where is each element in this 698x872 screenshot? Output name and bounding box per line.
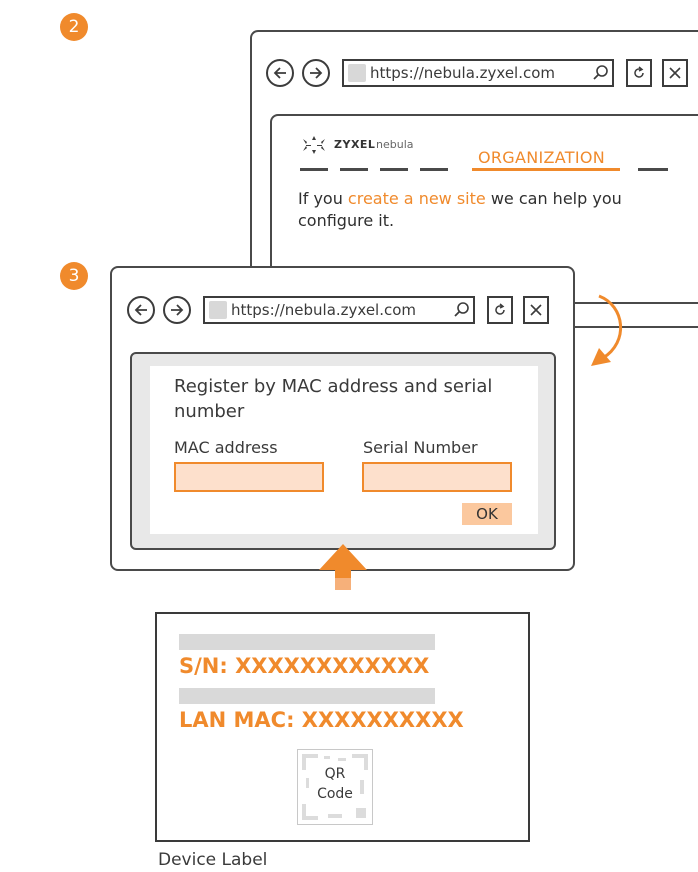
form-card: Register by MAC address and serial numbe… <box>150 366 538 534</box>
site-message: If you create a new site we can help you… <box>298 188 678 232</box>
qr-code-icon: QR Code <box>297 749 373 825</box>
lan-mac-line: LAN MAC: XXXXXXXXXX <box>179 708 464 732</box>
back-arrow-icon <box>134 304 147 316</box>
forward-arrow-icon <box>310 67 323 79</box>
address-bar[interactable]: https://nebula.zyxel.com <box>342 59 614 87</box>
refresh-button[interactable] <box>487 296 513 324</box>
progress-dash-3 <box>380 168 408 171</box>
logo-brand: ZYXEL <box>334 138 376 151</box>
magnifier-icon <box>593 65 608 80</box>
refresh-button[interactable] <box>626 59 652 87</box>
forward-arrow-icon <box>171 304 184 316</box>
serial-number-line: S/N: XXXXXXXXXXXX <box>179 654 430 678</box>
close-button[interactable] <box>662 59 688 87</box>
forward-button[interactable] <box>302 59 330 87</box>
close-icon <box>530 304 542 316</box>
back-button[interactable] <box>127 296 155 324</box>
ie-icon <box>348 64 366 82</box>
url-text: https://nebula.zyxel.com <box>370 64 556 82</box>
step-3-badge: 3 <box>60 262 88 290</box>
qr-text-line-2: Code <box>317 786 353 802</box>
label-placeholder-bar-1 <box>179 634 435 650</box>
magnifier-icon <box>454 302 469 317</box>
forward-button[interactable] <box>163 296 191 324</box>
refresh-icon <box>495 303 505 315</box>
back-button[interactable] <box>266 59 294 87</box>
close-icon <box>669 67 681 79</box>
logo-product: nebula <box>376 138 414 151</box>
serial-number-field[interactable] <box>362 462 512 492</box>
ie-icon <box>209 301 227 319</box>
progress-dash-4 <box>420 168 448 171</box>
browser-window-front: https://nebula.zyxel.com Register by MAC… <box>110 266 575 571</box>
device-label-card: S/N: XXXXXXXXXXXX LAN MAC: XXXXXXXXXX QR… <box>155 612 530 842</box>
curved-arrow-icon <box>591 294 622 366</box>
progress-dash-active <box>472 168 620 171</box>
url-text: https://nebula.zyxel.com <box>231 301 417 319</box>
refresh-icon <box>634 66 644 78</box>
close-button[interactable] <box>523 296 549 324</box>
message-prefix: If you <box>298 189 348 208</box>
serial-label: Serial Number <box>363 438 478 457</box>
create-site-link[interactable]: create a new site <box>348 189 486 208</box>
up-arrow-icon <box>319 544 367 590</box>
label-placeholder-bar-2 <box>179 688 435 704</box>
step-2-badge: 2 <box>60 13 88 41</box>
zyxel-logo-icon <box>303 136 325 154</box>
device-label-caption: Device Label <box>158 850 268 870</box>
progress-step-label: ORGANIZATION <box>478 148 606 167</box>
progress-dash-2 <box>340 168 368 171</box>
progress-dash-6 <box>638 168 668 171</box>
form-title: Register by MAC address and serial numbe… <box>174 376 493 422</box>
back-arrow-icon <box>273 67 286 79</box>
progress-dash-1 <box>300 168 328 171</box>
ok-button[interactable]: OK <box>462 503 512 525</box>
mac-label: MAC address <box>174 438 278 457</box>
qr-text-line-1: QR <box>324 766 346 782</box>
mac-address-field[interactable] <box>174 462 324 492</box>
address-bar[interactable]: https://nebula.zyxel.com <box>203 296 475 324</box>
form-panel: Register by MAC address and serial numbe… <box>130 352 556 550</box>
